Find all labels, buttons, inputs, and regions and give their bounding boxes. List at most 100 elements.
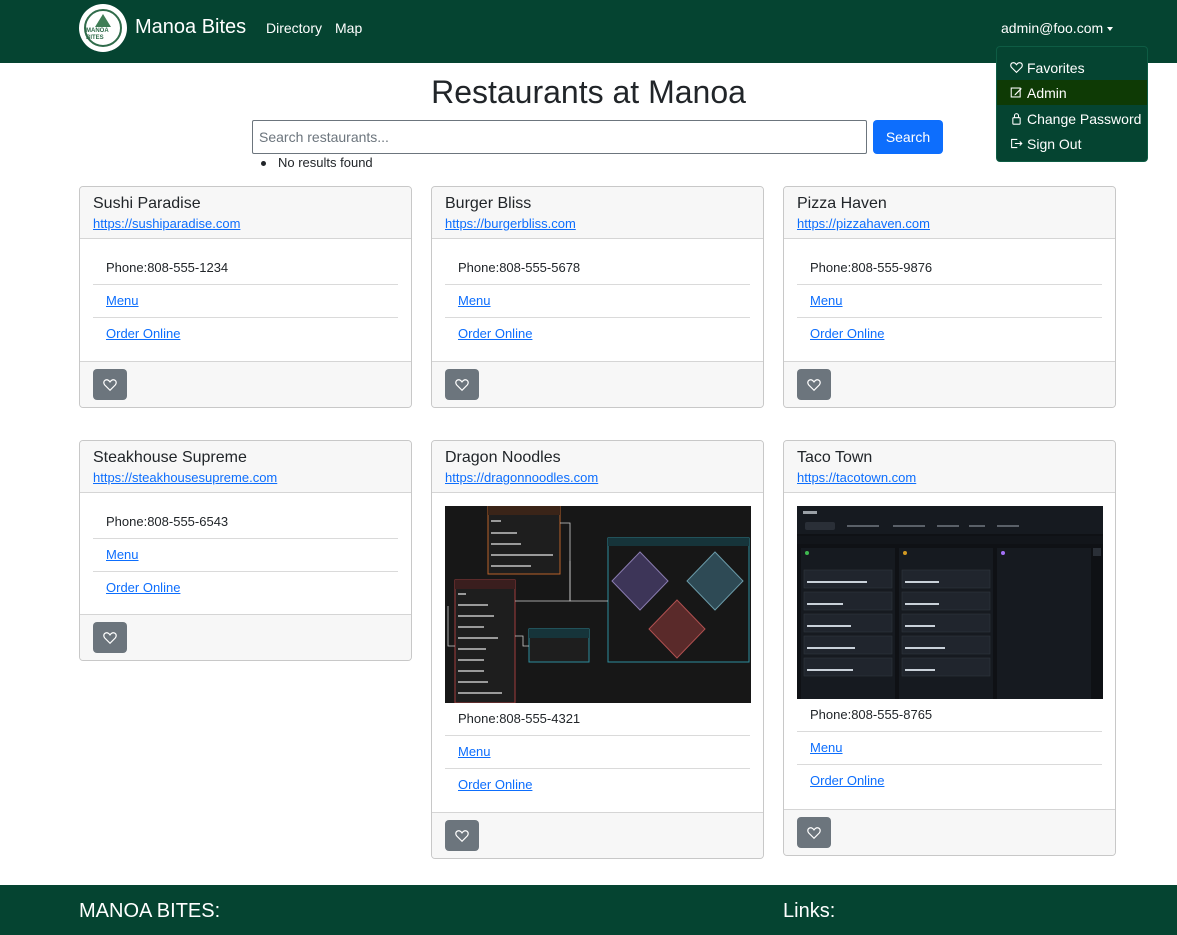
restaurant-website-link[interactable]: https://steakhousesupreme.com: [93, 470, 277, 485]
restaurant-card: Steakhouse Supreme https://steakhousesup…: [79, 440, 412, 661]
caret-down-icon: [1107, 27, 1114, 32]
card-footer: [80, 614, 411, 660]
card-header: Steakhouse Supreme https://steakhousesup…: [80, 441, 411, 493]
nav-link-map[interactable]: Map: [335, 20, 362, 36]
restaurant-name: Burger Bliss: [445, 195, 532, 212]
menu-link[interactable]: Menu: [458, 293, 491, 308]
phone-row: Phone:808-555-4321: [445, 703, 750, 736]
restaurant-card: Sushi Paradise https://sushiparadise.com…: [79, 186, 412, 408]
order-row: Order Online: [445, 769, 750, 802]
favorite-button[interactable]: [445, 369, 479, 400]
order-online-link[interactable]: Order Online: [458, 326, 532, 341]
menu-item-label: Sign Out: [1027, 135, 1082, 152]
no-results-message: No results found: [278, 155, 373, 170]
search-input[interactable]: [252, 120, 867, 154]
menu-row: Menu: [797, 732, 1102, 765]
page-footer: MANOA BITES: Links:: [0, 885, 1177, 935]
logo-text: MANOA BITES: [86, 28, 109, 41]
menu-link[interactable]: Menu: [106, 293, 139, 308]
favorite-button[interactable]: [797, 817, 831, 848]
menu-row: Menu: [93, 539, 398, 572]
menu-item-label: Change Password: [1027, 110, 1142, 127]
card-footer: [784, 809, 1115, 855]
card-header: Sushi Paradise https://sushiparadise.com: [80, 187, 411, 239]
menu-link[interactable]: Menu: [458, 744, 491, 759]
lock-icon: [1012, 113, 1021, 125]
restaurant-card: Pizza Haven https://pizzahaven.com Phone…: [783, 186, 1116, 408]
footer-links-heading: Links:: [783, 900, 836, 922]
favorite-button[interactable]: [797, 369, 831, 400]
order-online-link[interactable]: Order Online: [810, 773, 884, 788]
restaurant-website-link[interactable]: https://tacotown.com: [797, 470, 916, 485]
brand-name[interactable]: Manoa Bites: [135, 16, 246, 39]
restaurant-website-link[interactable]: https://burgerbliss.com: [445, 216, 576, 231]
order-row: Order Online: [445, 318, 750, 351]
user-menu-toggle[interactable]: admin@foo.com: [1001, 20, 1114, 36]
card-header: Taco Town https://tacotown.com: [784, 441, 1115, 493]
menu-row: Menu: [445, 736, 750, 769]
restaurant-card: Dragon Noodles https://dragonnoodles.com…: [431, 440, 764, 859]
heart-icon: [455, 829, 469, 842]
kanban-image: [797, 506, 1103, 699]
order-row: Order Online: [93, 572, 398, 605]
search-button[interactable]: Search: [873, 120, 943, 154]
menu-item-sign-out[interactable]: Sign Out: [997, 131, 1147, 156]
nav-link-directory[interactable]: Directory: [266, 20, 322, 36]
restaurant-website-link[interactable]: https://pizzahaven.com: [797, 216, 930, 231]
menu-row: Menu: [93, 285, 398, 318]
card-footer: [784, 361, 1115, 407]
heart-icon: [103, 378, 117, 391]
favorite-button[interactable]: [93, 369, 127, 400]
bullet-icon: [261, 161, 266, 166]
restaurant-name: Taco Town: [797, 449, 873, 466]
menu-link[interactable]: Menu: [810, 740, 843, 755]
card-header: Burger Bliss https://burgerbliss.com: [432, 187, 763, 239]
order-online-link[interactable]: Order Online: [106, 580, 180, 595]
phone-text: Phone:808-555-4321: [458, 711, 581, 726]
box-arrow-right-icon: [1011, 138, 1023, 149]
card-header: Pizza Haven https://pizzahaven.com: [784, 187, 1115, 239]
phone-row: Phone:808-555-5678: [445, 252, 750, 285]
restaurant-name: Dragon Noodles: [445, 449, 561, 466]
phone-row: Phone:808-555-1234: [93, 252, 398, 285]
menu-link[interactable]: Menu: [810, 293, 843, 308]
phone-text: Phone:808-555-9876: [810, 260, 933, 275]
restaurant-card: Taco Town https://tacotown.com Phone:808…: [783, 440, 1116, 856]
phone-row: Phone:808-555-8765: [797, 699, 1102, 732]
restaurant-name: Sushi Paradise: [93, 195, 201, 212]
heart-icon: [807, 378, 821, 391]
logo-tree-icon: MANOA BITES: [84, 9, 122, 47]
diagram-image: [445, 506, 751, 703]
logo[interactable]: MANOA BITES: [79, 4, 127, 52]
order-row: Order Online: [797, 765, 1102, 798]
user-email: admin@foo.com: [1001, 20, 1104, 36]
order-online-link[interactable]: Order Online: [458, 777, 532, 792]
heart-icon: [1010, 62, 1023, 74]
phone-row: Phone:808-555-9876: [797, 252, 1102, 285]
order-online-link[interactable]: Order Online: [106, 326, 180, 341]
restaurant-image-diagram: [445, 506, 751, 703]
phone-text: Phone:808-555-8765: [810, 707, 933, 722]
card-header: Dragon Noodles https://dragonnoodles.com: [432, 441, 763, 493]
restaurant-website-link[interactable]: https://dragonnoodles.com: [445, 470, 598, 485]
card-footer: [432, 812, 763, 858]
card-footer: [80, 361, 411, 407]
phone-text: Phone:808-555-1234: [106, 260, 229, 275]
menu-row: Menu: [445, 285, 750, 318]
favorite-button[interactable]: [445, 820, 479, 851]
heart-icon: [807, 826, 821, 839]
restaurant-card: Burger Bliss https://burgerbliss.com Pho…: [431, 186, 764, 408]
menu-link[interactable]: Menu: [106, 547, 139, 562]
page-title: Restaurants at Manoa: [431, 74, 746, 110]
phone-row: Phone:808-555-6543: [93, 506, 398, 539]
order-row: Order Online: [93, 318, 398, 351]
card-footer: [432, 361, 763, 407]
footer-brand-heading: MANOA BITES:: [79, 900, 221, 922]
restaurant-website-link[interactable]: https://sushiparadise.com: [93, 216, 240, 231]
favorite-button[interactable]: [93, 622, 127, 653]
order-online-link[interactable]: Order Online: [810, 326, 884, 341]
menu-row: Menu: [797, 285, 1102, 318]
heart-icon: [455, 378, 469, 391]
search-results-list: No results found: [261, 155, 373, 170]
phone-text: Phone:808-555-6543: [106, 514, 229, 529]
